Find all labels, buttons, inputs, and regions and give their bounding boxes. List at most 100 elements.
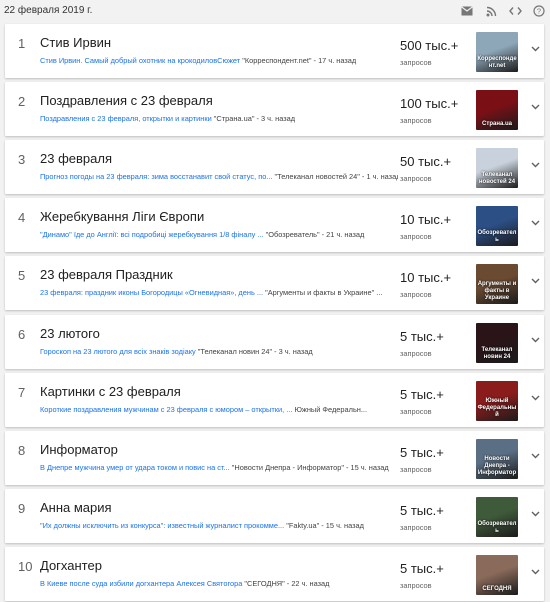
- search-volume: 50 тыс.+: [400, 154, 452, 169]
- embed-code-icon[interactable]: [508, 4, 522, 18]
- trend-card[interactable]: 9 Анна мария "Их должны исключить из кон…: [5, 489, 544, 543]
- article-source: "Новости Днепра - Информатор" - 15 ч. на…: [231, 463, 389, 472]
- search-volume-label: запросов: [400, 349, 432, 358]
- article-source: "Телеканал новин 24" - 3 ч. назад: [197, 347, 313, 356]
- article-link[interactable]: "Их должны исключить из конкурса": извес…: [40, 521, 284, 530]
- trend-article: В Киеве после суда избили догхантера Але…: [40, 579, 398, 588]
- chevron-down-icon[interactable]: [530, 218, 540, 228]
- chevron-down-icon[interactable]: [530, 567, 540, 577]
- trend-title[interactable]: Поздравления с 23 февраля: [40, 93, 213, 108]
- thumbnail-caption: Обозревател ь: [477, 521, 517, 534]
- search-volume: 500 тыс.+: [400, 38, 459, 53]
- thumbnail-caption: Обозревател ь: [477, 230, 517, 243]
- chevron-down-icon[interactable]: [530, 509, 540, 519]
- trend-title[interactable]: Догхантер: [40, 558, 102, 573]
- news-thumbnail[interactable]: Телеканал новостей 24: [476, 148, 518, 188]
- chevron-down-icon[interactable]: [530, 276, 540, 286]
- chevron-down-icon[interactable]: [530, 451, 540, 461]
- article-link[interactable]: 23 февраля: праздник иконы Богородицы «О…: [40, 288, 263, 297]
- article-link[interactable]: Гороскоп на 23 лютого для всіх знаків зо…: [40, 347, 196, 356]
- thumbnail-caption: Аргументы и факты в Украине: [477, 281, 517, 301]
- chevron-down-icon[interactable]: [530, 335, 540, 345]
- search-volume: 5 тыс.+: [400, 561, 444, 576]
- trend-card[interactable]: 6 23 лютого Гороскоп на 23 лютого для вс…: [5, 315, 544, 369]
- chevron-down-icon[interactable]: [530, 393, 540, 403]
- header-actions: ?: [460, 4, 546, 18]
- trend-rank: 6: [18, 327, 26, 342]
- thumbnail-caption: СЕГОДНЯ: [482, 586, 512, 592]
- trend-article: Поздравления с 23 февраля, открытки и ка…: [40, 114, 398, 123]
- article-link[interactable]: В Днепре мужчина умер от удара током и п…: [40, 463, 230, 472]
- trend-card[interactable]: 2 Поздравления с 23 февраля Поздравления…: [5, 82, 544, 136]
- email-icon[interactable]: [460, 4, 474, 18]
- trend-title[interactable]: Стив Ирвин: [40, 35, 111, 50]
- trend-article: 23 февраля: праздник иконы Богородицы «О…: [40, 288, 398, 297]
- thumbnail-caption: Корреспонде нт.net: [477, 56, 517, 69]
- news-thumbnail[interactable]: Обозревател ь: [476, 497, 518, 537]
- trend-card[interactable]: 10 Догхантер В Киеве после суда избили д…: [5, 547, 544, 601]
- news-thumbnail[interactable]: Страна.ua: [476, 90, 518, 130]
- trend-rank: 3: [18, 152, 26, 167]
- article-link[interactable]: В Киеве после суда избили догхантера Але…: [40, 579, 242, 588]
- date-header: 22 февраля 2019 г.: [4, 5, 93, 16]
- thumbnail-caption: Страна.ua: [482, 121, 512, 127]
- rss-icon[interactable]: [484, 4, 498, 18]
- article-link[interactable]: Поздравления с 23 февраля, открытки и ка…: [40, 114, 212, 123]
- search-volume-label: запросов: [400, 116, 432, 125]
- trend-rank: 2: [18, 94, 26, 109]
- trend-title[interactable]: Картинки с 23 февраля: [40, 384, 181, 399]
- chevron-down-icon[interactable]: [530, 44, 540, 54]
- article-source: "Обозреватель" - 21 ч. назад: [265, 230, 365, 239]
- news-thumbnail[interactable]: СЕГОДНЯ: [476, 555, 518, 595]
- trend-rank: 1: [18, 36, 26, 51]
- search-volume: 100 тыс.+: [400, 96, 459, 111]
- article-source: "Аргументы и факты в Украине" ...: [265, 288, 383, 297]
- trend-article: Стив Ирвин. Самый добрый охотник на крок…: [40, 56, 398, 65]
- thumbnail-caption: Телеканал новин 24: [481, 347, 513, 360]
- article-link[interactable]: Прогноз погоды на 23 февраля: зима восст…: [40, 172, 272, 181]
- search-volume-label: запросов: [400, 407, 432, 416]
- trend-rank: 5: [18, 268, 26, 283]
- chevron-down-icon[interactable]: [530, 160, 540, 170]
- trend-card[interactable]: 8 Информатор В Днепре мужчина умер от уд…: [5, 431, 544, 485]
- search-volume: 10 тыс.+: [400, 270, 452, 285]
- trend-title[interactable]: 23 февраля Праздник: [40, 267, 173, 282]
- trend-article: "Их должны исключить из конкурса": извес…: [40, 521, 398, 530]
- search-volume-label: запросов: [400, 58, 432, 67]
- trend-title[interactable]: Жеребкування Ліги Європи: [40, 209, 204, 224]
- trend-card[interactable]: 1 Стив Ирвин Стив Ирвин. Самый добрый ох…: [5, 24, 544, 78]
- trend-card[interactable]: 3 23 февраля Прогноз погоды на 23 феврал…: [5, 140, 544, 194]
- trend-article: "Динамо" їде до Англії: всі подробиці же…: [40, 230, 398, 239]
- trend-card[interactable]: 7 Картинки с 23 февраля Короткие поздрав…: [5, 373, 544, 427]
- help-icon[interactable]: ?: [532, 4, 546, 18]
- trend-rank: 4: [18, 210, 26, 225]
- search-volume-label: запросов: [400, 581, 432, 590]
- trend-card[interactable]: 5 23 февраля Праздник 23 февраля: праздн…: [5, 256, 544, 310]
- search-volume-label: запросов: [400, 174, 432, 183]
- trend-rank: 9: [18, 501, 26, 516]
- trend-article: Гороскоп на 23 лютого для всіх знаків зо…: [40, 347, 398, 356]
- thumbnail-caption: Телеканал новостей 24: [478, 172, 516, 185]
- article-link[interactable]: Стив Ирвин. Самый добрый охотник на крок…: [40, 56, 240, 65]
- search-volume-label: запросов: [400, 290, 432, 299]
- article-source: "Корреспондент.net" - 17 ч. назад: [242, 56, 357, 65]
- article-link[interactable]: "Динамо" їде до Англії: всі подробиці же…: [40, 230, 264, 239]
- trend-title[interactable]: Анна мария: [40, 500, 112, 515]
- news-thumbnail[interactable]: Аргументы и факты в Украине: [476, 264, 518, 304]
- news-thumbnail[interactable]: Южный Федеральны й: [476, 381, 518, 421]
- trend-rank: 7: [18, 385, 26, 400]
- search-volume: 5 тыс.+: [400, 503, 444, 518]
- chevron-down-icon[interactable]: [530, 102, 540, 112]
- trend-card[interactable]: 4 Жеребкування Ліги Європи "Динамо" їде …: [5, 198, 544, 252]
- news-thumbnail[interactable]: Корреспонде нт.net: [476, 32, 518, 72]
- trend-title[interactable]: 23 лютого: [40, 326, 100, 341]
- article-link[interactable]: Короткие поздравления мужчинам с 23 февр…: [40, 405, 292, 414]
- news-thumbnail[interactable]: Обозревател ь: [476, 206, 518, 246]
- svg-text:?: ?: [537, 7, 541, 16]
- trend-title[interactable]: Информатор: [40, 442, 118, 457]
- news-thumbnail[interactable]: Новости Днепра - Информатор: [476, 439, 518, 479]
- trend-title[interactable]: 23 февраля: [40, 151, 112, 166]
- search-volume: 10 тыс.+: [400, 212, 452, 227]
- thumbnail-caption: Южный Федеральны й: [477, 398, 517, 418]
- news-thumbnail[interactable]: Телеканал новин 24: [476, 323, 518, 363]
